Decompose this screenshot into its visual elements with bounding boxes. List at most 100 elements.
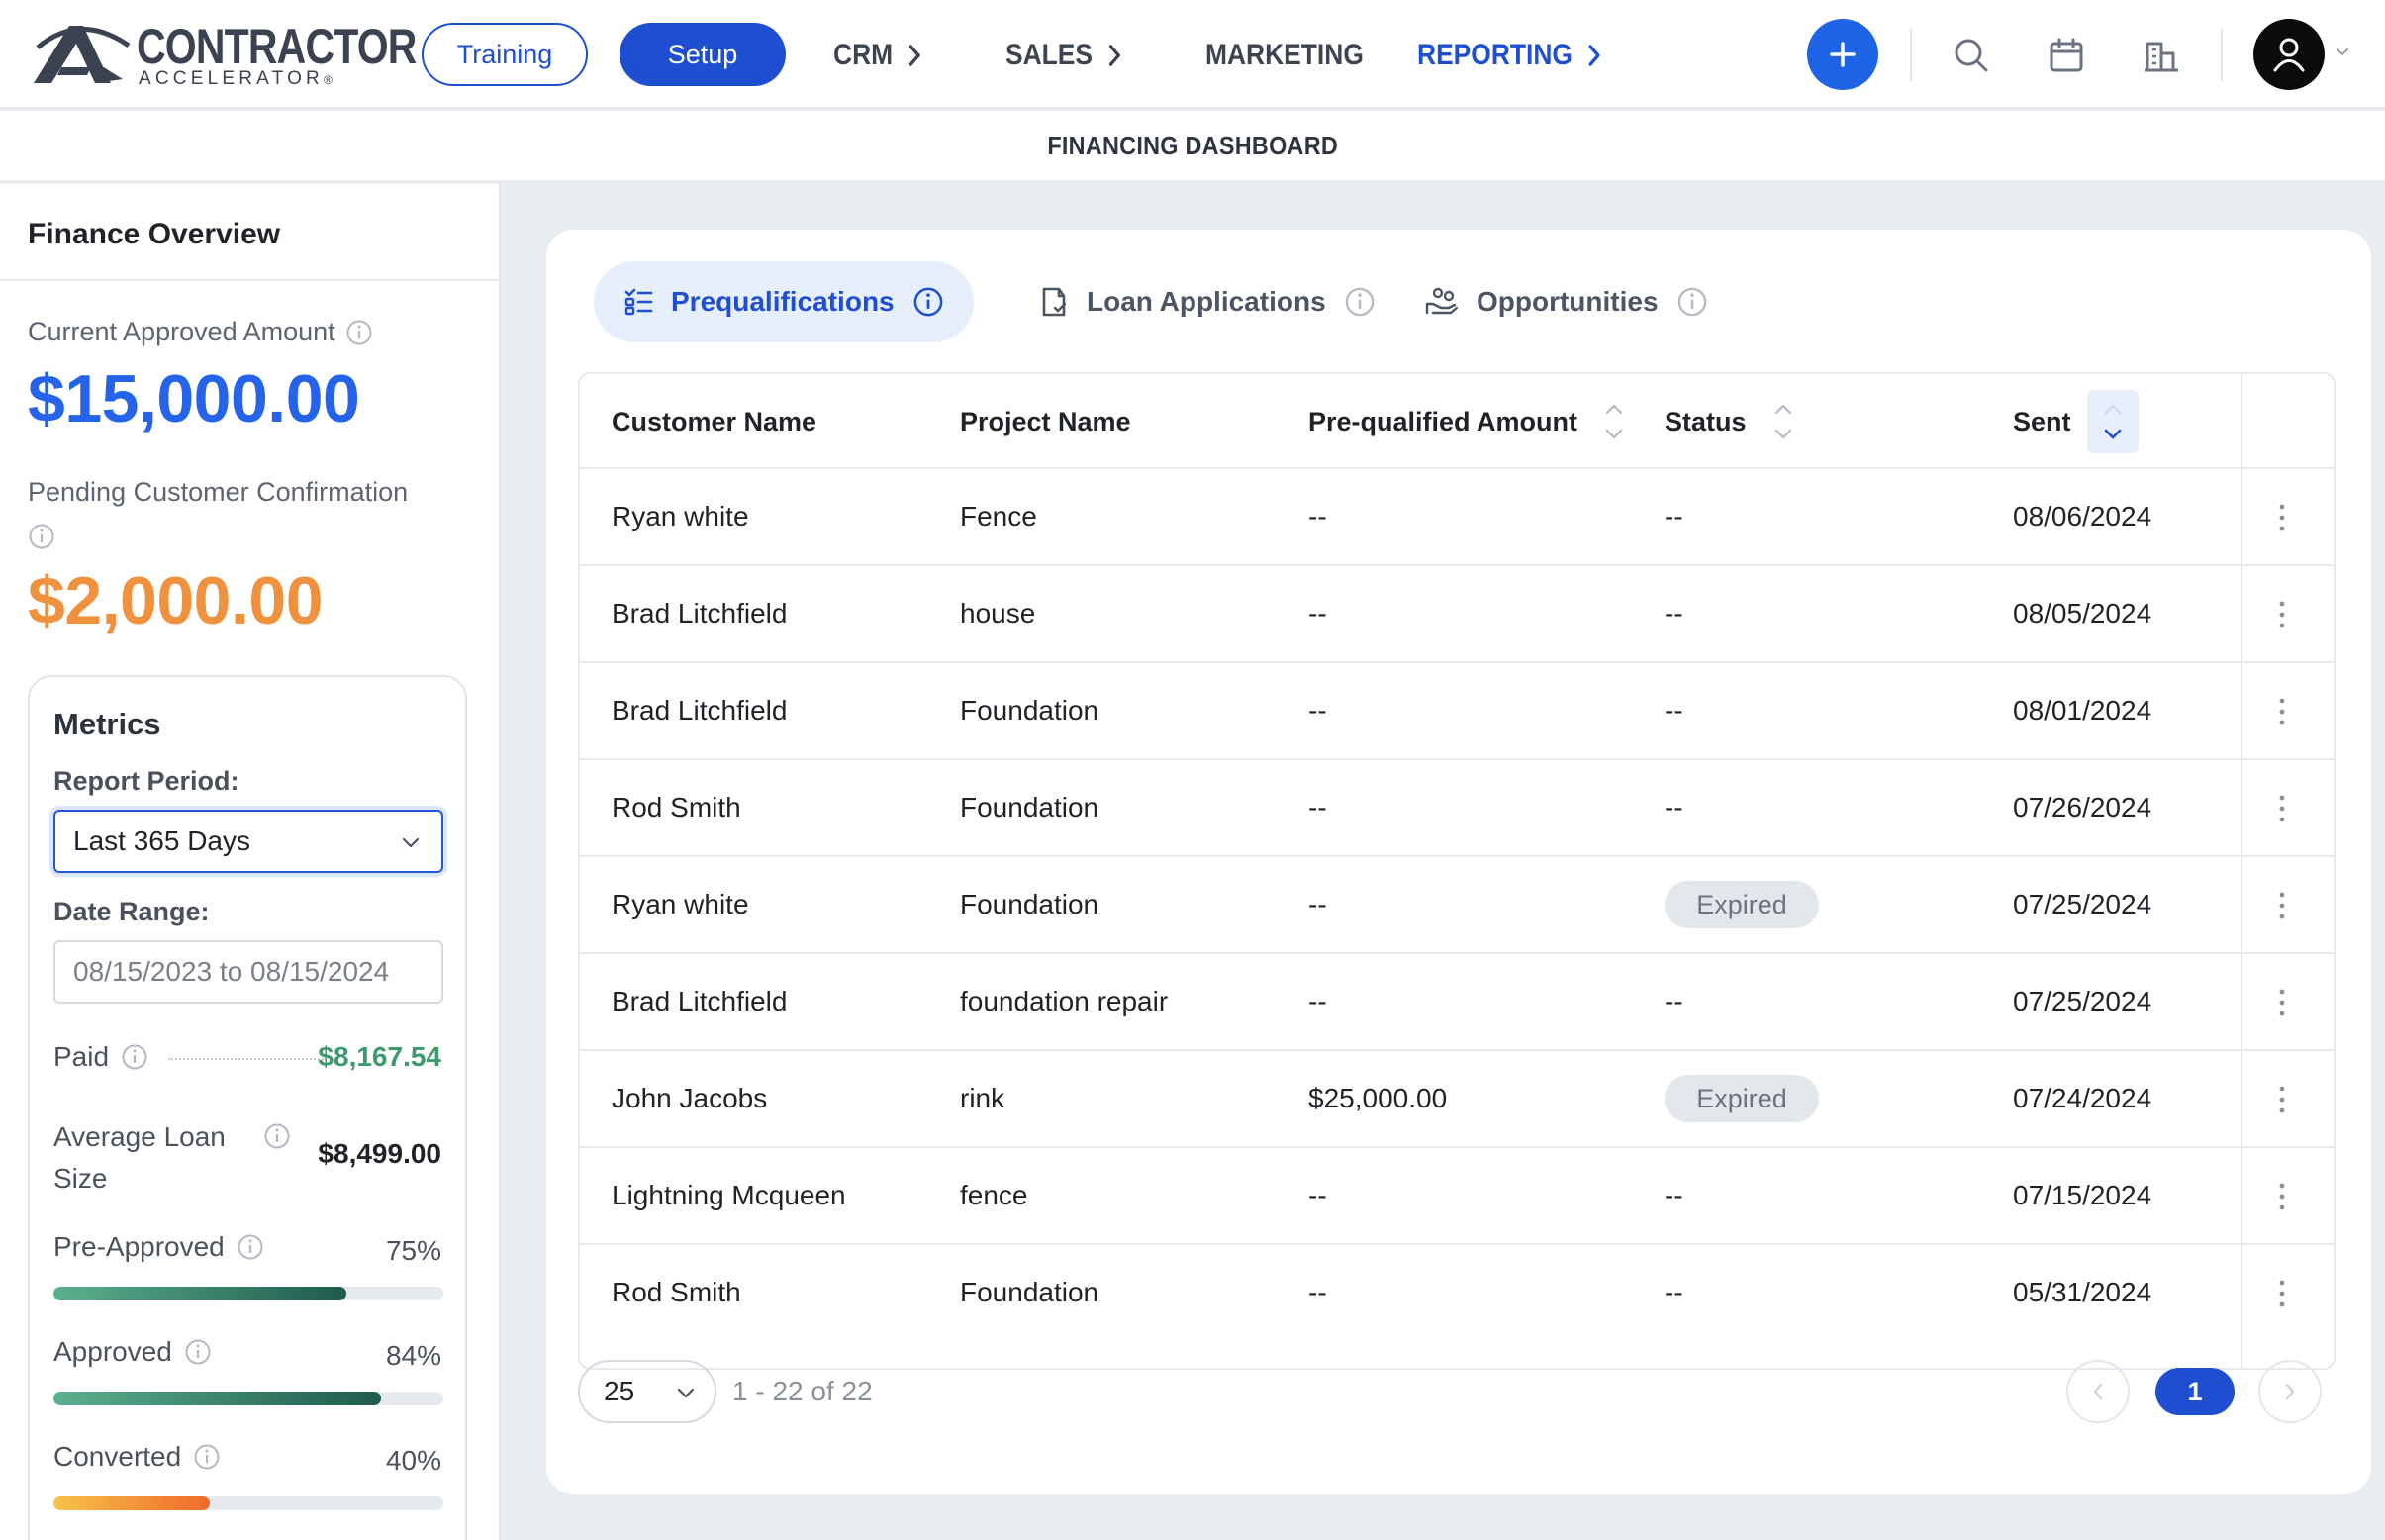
user-avatar[interactable] xyxy=(2253,19,2325,90)
calendar-icon[interactable] xyxy=(2047,36,2086,75)
converted-progress-bar xyxy=(53,1496,443,1510)
cell-prequalified-amount: $25,000.00 xyxy=(1308,1083,1448,1113)
header-status[interactable]: Status xyxy=(1665,374,1794,469)
plus-icon xyxy=(1830,42,1856,67)
sidebar-title: Finance Overview xyxy=(28,218,281,250)
cell-status: -- xyxy=(1665,1277,1683,1307)
cell-prequalified-amount: -- xyxy=(1308,986,1327,1016)
page-title: FINANCING DASHBOARD xyxy=(1047,130,1338,160)
cell-sent-date: 07/15/2024 xyxy=(2013,1180,2152,1210)
info-icon[interactable] xyxy=(1344,286,1376,318)
pre-approved-progress-bar xyxy=(53,1287,443,1300)
chevron-down-icon xyxy=(677,1388,695,1398)
next-page-button[interactable] xyxy=(2258,1360,2322,1423)
info-icon[interactable] xyxy=(263,1122,291,1150)
table-row[interactable]: Ryan white Fence -- -- 08/06/2024 xyxy=(580,469,2334,566)
more-options-icon[interactable] xyxy=(2278,1279,2286,1308)
header-prequalified-amount[interactable]: Pre-qualified Amount xyxy=(1308,374,1625,469)
more-options-icon[interactable] xyxy=(2278,600,2286,629)
contractor-accelerator-logo[interactable]: CONTRACTOR ACCELERATOR® xyxy=(26,18,417,91)
header-customer-name: Customer Name xyxy=(612,406,817,436)
tab-loan-applications[interactable]: Loan Applications xyxy=(1009,261,1405,342)
setup-button[interactable]: Setup xyxy=(620,23,786,86)
prequalifications-table: Customer Name Project Name Pre-qualified… xyxy=(578,372,2336,1370)
dotted-leader xyxy=(168,1058,327,1060)
converted-text: Converted xyxy=(53,1441,182,1472)
more-options-icon[interactable] xyxy=(2278,988,2286,1017)
cell-sent-date: 07/26/2024 xyxy=(2013,792,2152,822)
table-row[interactable]: Brad Litchfield foundation repair -- -- 07/2… xyxy=(580,954,2334,1051)
more-options-icon[interactable] xyxy=(2278,697,2286,726)
table-row[interactable]: Ryan white Foundation -- Expired 07/25/2024 xyxy=(580,857,2334,954)
sort-descending-button[interactable] xyxy=(2086,390,2139,453)
progress-fill xyxy=(53,1496,210,1510)
progress-fill xyxy=(53,1287,346,1300)
table-row[interactable]: Lightning Mcqueen fence -- -- 07/15/2024 xyxy=(580,1148,2334,1245)
user-icon xyxy=(2273,38,2305,72)
add-new-button[interactable] xyxy=(1807,19,1878,90)
info-icon[interactable] xyxy=(345,319,373,346)
info-icon[interactable] xyxy=(912,286,944,318)
header-sent[interactable]: Sent xyxy=(2013,374,2139,469)
more-options-icon[interactable] xyxy=(2278,503,2286,532)
logo-mark-icon xyxy=(34,26,131,83)
cell-customer-name: Brad Litchfield xyxy=(612,986,788,1016)
chevron-down-icon xyxy=(402,837,420,848)
current-approved-amount-value: $15,000.00 xyxy=(28,361,360,436)
finance-overview-sidebar: Finance Overview Current Approved Amount… xyxy=(0,184,501,1540)
nav-item-sales[interactable]: SALES xyxy=(1005,34,1122,77)
table-row[interactable]: Brad Litchfield house -- -- 08/05/2024 xyxy=(580,566,2334,663)
info-icon[interactable] xyxy=(1676,286,1708,318)
sort-icon xyxy=(1774,404,1791,439)
nav-item-reporting[interactable]: REPORTING xyxy=(1417,34,1602,77)
more-options-icon[interactable] xyxy=(2278,891,2286,920)
previous-page-button[interactable] xyxy=(2066,1360,2130,1423)
pre-approved-value: 75% xyxy=(385,1235,441,1266)
table-row[interactable]: Rod Smith Foundation -- -- 07/26/2024 xyxy=(580,760,2334,857)
pre-approved-label: Pre-Approved xyxy=(53,1231,264,1263)
sidebar-divider xyxy=(0,279,501,281)
cell-prequalified-amount: -- xyxy=(1308,792,1327,822)
date-range-field[interactable]: 08/15/2023 to 08/15/2024 xyxy=(53,940,443,1004)
page-1-button[interactable]: 1 xyxy=(2155,1368,2235,1415)
converted-value: 40% xyxy=(385,1445,441,1476)
table-row[interactable]: Brad Litchfield Foundation -- -- 08/01/2024 xyxy=(580,663,2334,760)
paid-label: Paid xyxy=(53,1041,148,1073)
pagination-range-text: 1 - 22 of 22 xyxy=(732,1376,873,1406)
chevron-down-icon[interactable] xyxy=(2336,48,2349,57)
info-icon[interactable] xyxy=(28,523,55,550)
header-status-label: Status xyxy=(1665,406,1747,436)
tab-prequalifications[interactable]: Prequalifications xyxy=(594,261,974,342)
paid-label-text: Paid xyxy=(53,1041,110,1072)
table-row[interactable]: John Jacobs rink $25,000.00 Expired 07/24/20… xyxy=(580,1051,2334,1148)
training-button[interactable]: Training xyxy=(422,23,588,86)
cell-project-name: house xyxy=(960,598,1036,628)
table-row[interactable]: Rod Smith Foundation -- -- 05/31/2024 xyxy=(580,1245,2334,1342)
status-badge: Expired xyxy=(1665,1075,1819,1122)
more-options-icon[interactable] xyxy=(2278,794,2286,823)
info-icon[interactable] xyxy=(121,1043,148,1071)
info-icon[interactable] xyxy=(193,1443,221,1471)
rows-per-page-select[interactable]: 25 xyxy=(578,1360,716,1423)
cell-status: -- xyxy=(1665,501,1683,531)
cell-sent-date: 07/25/2024 xyxy=(2013,889,2152,919)
approved-value: 84% xyxy=(385,1340,441,1371)
building-icon[interactable] xyxy=(2142,36,2181,75)
nav-item-crm-label: CRM xyxy=(833,39,894,71)
nav-divider xyxy=(2221,28,2223,81)
average-loan-size-value: $8,499.00 xyxy=(318,1138,441,1169)
cell-project-name: Fence xyxy=(960,501,1037,531)
tab-opportunities[interactable]: Opportunities xyxy=(1395,261,1738,342)
top-navigation-bar: CONTRACTOR ACCELERATOR® Training Setup C… xyxy=(0,0,2385,109)
more-options-icon[interactable] xyxy=(2278,1182,2286,1211)
more-options-icon[interactable] xyxy=(2278,1085,2286,1114)
report-period-select[interactable]: Last 365 Days xyxy=(53,810,443,873)
cell-project-name: fence xyxy=(960,1180,1028,1210)
cell-project-name: Foundation xyxy=(960,1277,1099,1307)
info-icon[interactable] xyxy=(237,1233,264,1261)
search-icon[interactable] xyxy=(1952,36,1991,75)
info-icon[interactable] xyxy=(184,1338,212,1366)
approved-progress-bar xyxy=(53,1392,443,1405)
nav-item-crm[interactable]: CRM xyxy=(833,34,922,77)
nav-item-marketing[interactable]: MARKETING xyxy=(1205,34,1364,77)
